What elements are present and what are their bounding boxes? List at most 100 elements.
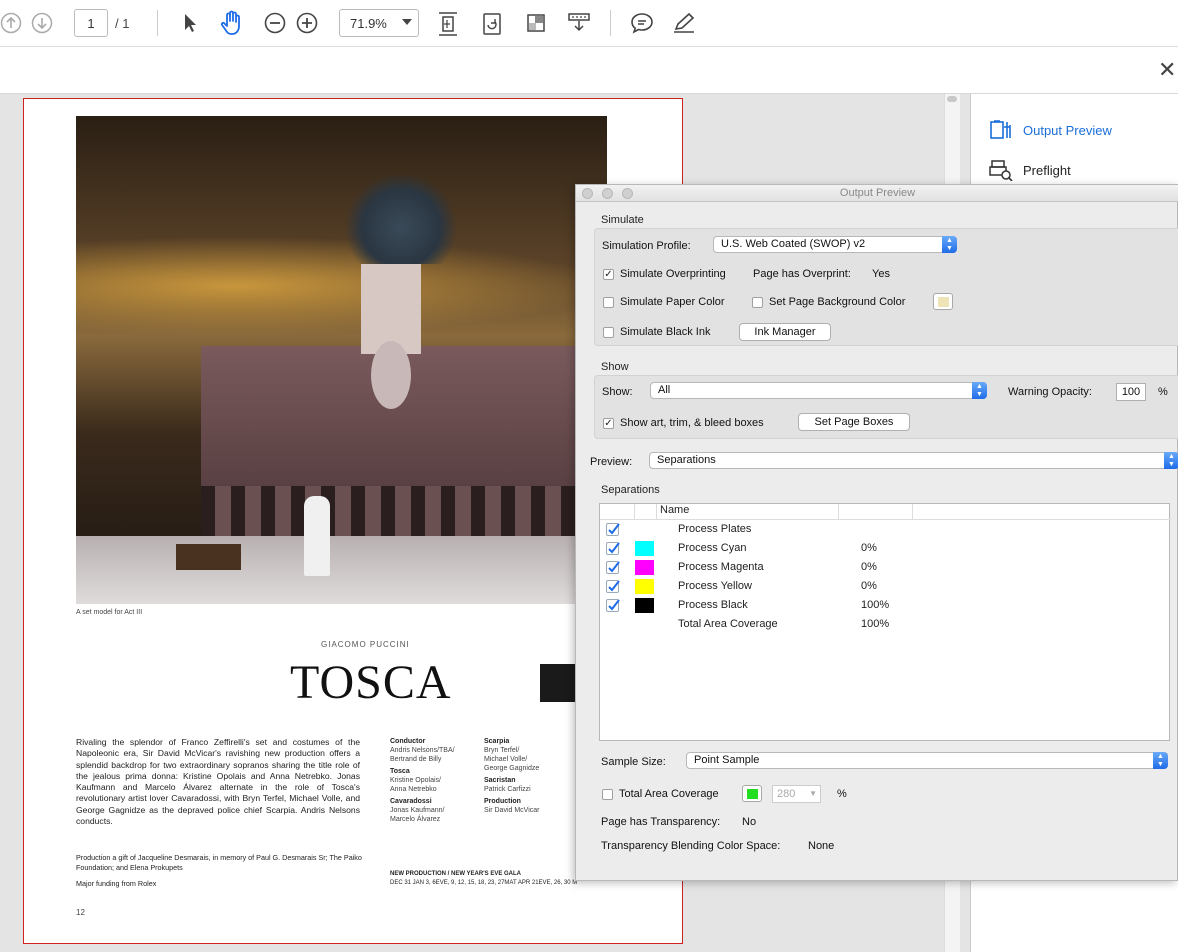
- pen-icon[interactable]: [671, 11, 697, 35]
- separation-row[interactable]: Process Plates: [600, 520, 1171, 539]
- plate-percent: 0%: [861, 580, 877, 592]
- simulate-section-label: Simulate: [601, 214, 644, 226]
- set-page-boxes-button[interactable]: Set Page Boxes: [798, 413, 910, 431]
- show-section-label: Show: [601, 361, 629, 373]
- total-area-coverage-checkbox[interactable]: [602, 789, 613, 800]
- stamp-icon[interactable]: [566, 11, 592, 35]
- separation-checkbox[interactable]: [606, 580, 620, 593]
- simulate-black-ink-label: Simulate Black Ink: [620, 326, 711, 338]
- dialog-title: Output Preview: [839, 187, 916, 199]
- tool-preflight[interactable]: Preflight: [989, 159, 1071, 181]
- minimize-window-button[interactable]: [602, 188, 613, 199]
- zoom-in-icon[interactable]: [295, 12, 319, 34]
- black-box: [540, 664, 580, 702]
- scroll-thumb[interactable]: [947, 96, 957, 102]
- main-toolbar: 1 / 1 71.9%: [0, 0, 1178, 47]
- hand-icon[interactable]: [219, 9, 245, 37]
- credit-entry: Sacristan Patrick Carfizzi: [484, 777, 531, 793]
- overprint-value: Yes: [872, 268, 890, 280]
- plate-name: Process Cyan: [678, 542, 747, 554]
- gala-dates: DEC 31 JAN 3, 6EVE, 9, 12, 15, 18, 23, 2…: [390, 880, 578, 886]
- comment-icon[interactable]: [629, 11, 655, 35]
- set-page-bg-color-checkbox[interactable]: [752, 297, 763, 308]
- rotate-icon[interactable]: [481, 11, 503, 37]
- simulation-profile-select[interactable]: U.S. Web Coated (SWOP) v2 ▲ ▼: [713, 236, 957, 253]
- plate-color-swatch: [635, 541, 654, 556]
- tool-label: Preflight: [1023, 162, 1071, 178]
- plate-percent: 100%: [861, 599, 890, 611]
- separation-row[interactable]: Process Yellow 0%: [600, 577, 1171, 596]
- footnote-funding: Major funding from Rolex: [76, 879, 157, 888]
- show-bleed-boxes-label: Show art, trim, & bleed boxes: [620, 417, 764, 429]
- separation-row[interactable]: Process Magenta 0%: [600, 558, 1171, 577]
- separation-checkbox[interactable]: [606, 561, 620, 574]
- set-model-photo: [76, 116, 607, 604]
- arrow-up-icon[interactable]: [0, 11, 22, 35]
- updown-chevron-icon: ▲ ▼: [972, 382, 987, 399]
- plate-name: Process Plates: [678, 523, 752, 535]
- close-window-button[interactable]: [582, 188, 593, 199]
- toolbar-divider: [610, 10, 611, 36]
- credit-entry: Cavaradossi Jonas Kaufmann/ Marcelo Álvar…: [390, 798, 445, 823]
- ink-manager-button[interactable]: Ink Manager: [739, 323, 831, 341]
- separation-checkbox[interactable]: [606, 523, 620, 536]
- show-select[interactable]: All ▲ ▼: [650, 382, 987, 399]
- tool-label: Output Preview: [1023, 122, 1112, 138]
- show-label: Show:: [602, 386, 633, 398]
- simulate-paper-color-label: Simulate Paper Color: [620, 296, 725, 308]
- show-group: Show: All ▲ ▼ Warning Opacity: 100 % ✓ Sh…: [594, 375, 1178, 439]
- plate-percent: 0%: [861, 542, 877, 554]
- warning-opacity-input[interactable]: 100: [1116, 383, 1146, 401]
- preview-value: Separations: [657, 454, 716, 466]
- separation-row[interactable]: Total Area Coverage 100%: [600, 615, 1171, 634]
- fit-page-icon[interactable]: [436, 10, 460, 38]
- transparency-label: Page has Transparency:: [601, 816, 721, 828]
- simulate-overprinting-checkbox[interactable]: ✓: [603, 269, 614, 280]
- separation-row[interactable]: Process Cyan 0%: [600, 539, 1171, 558]
- dialog-titlebar[interactable]: Output Preview: [576, 185, 1178, 202]
- select-arrow-icon[interactable]: [180, 11, 200, 35]
- credit-entry: Conductor Andris Nelsons/TBA/ Bertrand de…: [390, 738, 455, 763]
- zoom-select[interactable]: 71.9%: [339, 9, 419, 37]
- total-area-color-swatch[interactable]: [742, 785, 762, 802]
- simulation-profile-label: Simulation Profile:: [602, 240, 691, 252]
- photo-caption: A set model for Act III: [76, 609, 143, 616]
- credit-entry: Production Sir David McVicar: [484, 798, 540, 814]
- show-value: All: [658, 384, 671, 396]
- total-area-value-select[interactable]: 280 ▼: [772, 785, 821, 803]
- sample-size-select[interactable]: Point Sample ▲ ▼: [686, 752, 1168, 769]
- zoom-out-icon[interactable]: [263, 12, 287, 34]
- transparency-value: No: [742, 816, 757, 828]
- updown-chevron-icon: ▲ ▼: [1164, 452, 1178, 469]
- separation-checkbox[interactable]: [606, 599, 620, 612]
- crop-icon[interactable]: [525, 12, 547, 34]
- tool-output-preview[interactable]: Output Preview: [989, 119, 1112, 141]
- set-page-bg-color-label: Set Page Background Color: [769, 296, 906, 308]
- chevron-down-icon: ▼: [809, 789, 817, 798]
- separations-table-header: Name: [600, 504, 1171, 520]
- page-total-label: / 1: [115, 16, 130, 31]
- percent-sign: %: [1158, 386, 1168, 398]
- page-bg-color-swatch[interactable]: [933, 293, 953, 310]
- simulate-black-ink-checkbox[interactable]: [603, 327, 614, 338]
- arrow-down-icon[interactable]: [31, 11, 53, 35]
- column-name: Name: [656, 504, 838, 520]
- composer-name: GIACOMO PUCCINI: [321, 640, 410, 649]
- page-number-input[interactable]: 1: [74, 9, 108, 37]
- zoom-window-button[interactable]: [622, 188, 633, 199]
- gala-title: NEW PRODUCTION / NEW YEAR'S EVE GALA: [390, 871, 521, 877]
- separation-checkbox[interactable]: [606, 542, 620, 555]
- preview-select[interactable]: Separations ▲ ▼: [649, 452, 1178, 469]
- show-bleed-boxes-checkbox[interactable]: ✓: [603, 418, 614, 429]
- simulate-paper-color-checkbox[interactable]: [603, 297, 614, 308]
- zoom-value: 71.9%: [350, 15, 387, 31]
- opera-title: TOSCA: [290, 656, 452, 709]
- percent-sign: %: [837, 788, 847, 800]
- separation-row[interactable]: Process Black 100%: [600, 596, 1171, 615]
- footnote-gift: Production a gift of Jacqueline Desmarai…: [76, 853, 362, 872]
- sample-size-label: Sample Size:: [601, 756, 666, 768]
- credit-entry: Scarpia Bryn Terfel/ Michael Volle/ Georg…: [484, 738, 540, 772]
- close-icon[interactable]: ✕: [1158, 58, 1178, 82]
- gala-info: NEW PRODUCTION / NEW YEAR'S EVE GALA DEC…: [390, 870, 577, 888]
- simulate-group: Simulation Profile: U.S. Web Coated (SWO…: [594, 228, 1178, 346]
